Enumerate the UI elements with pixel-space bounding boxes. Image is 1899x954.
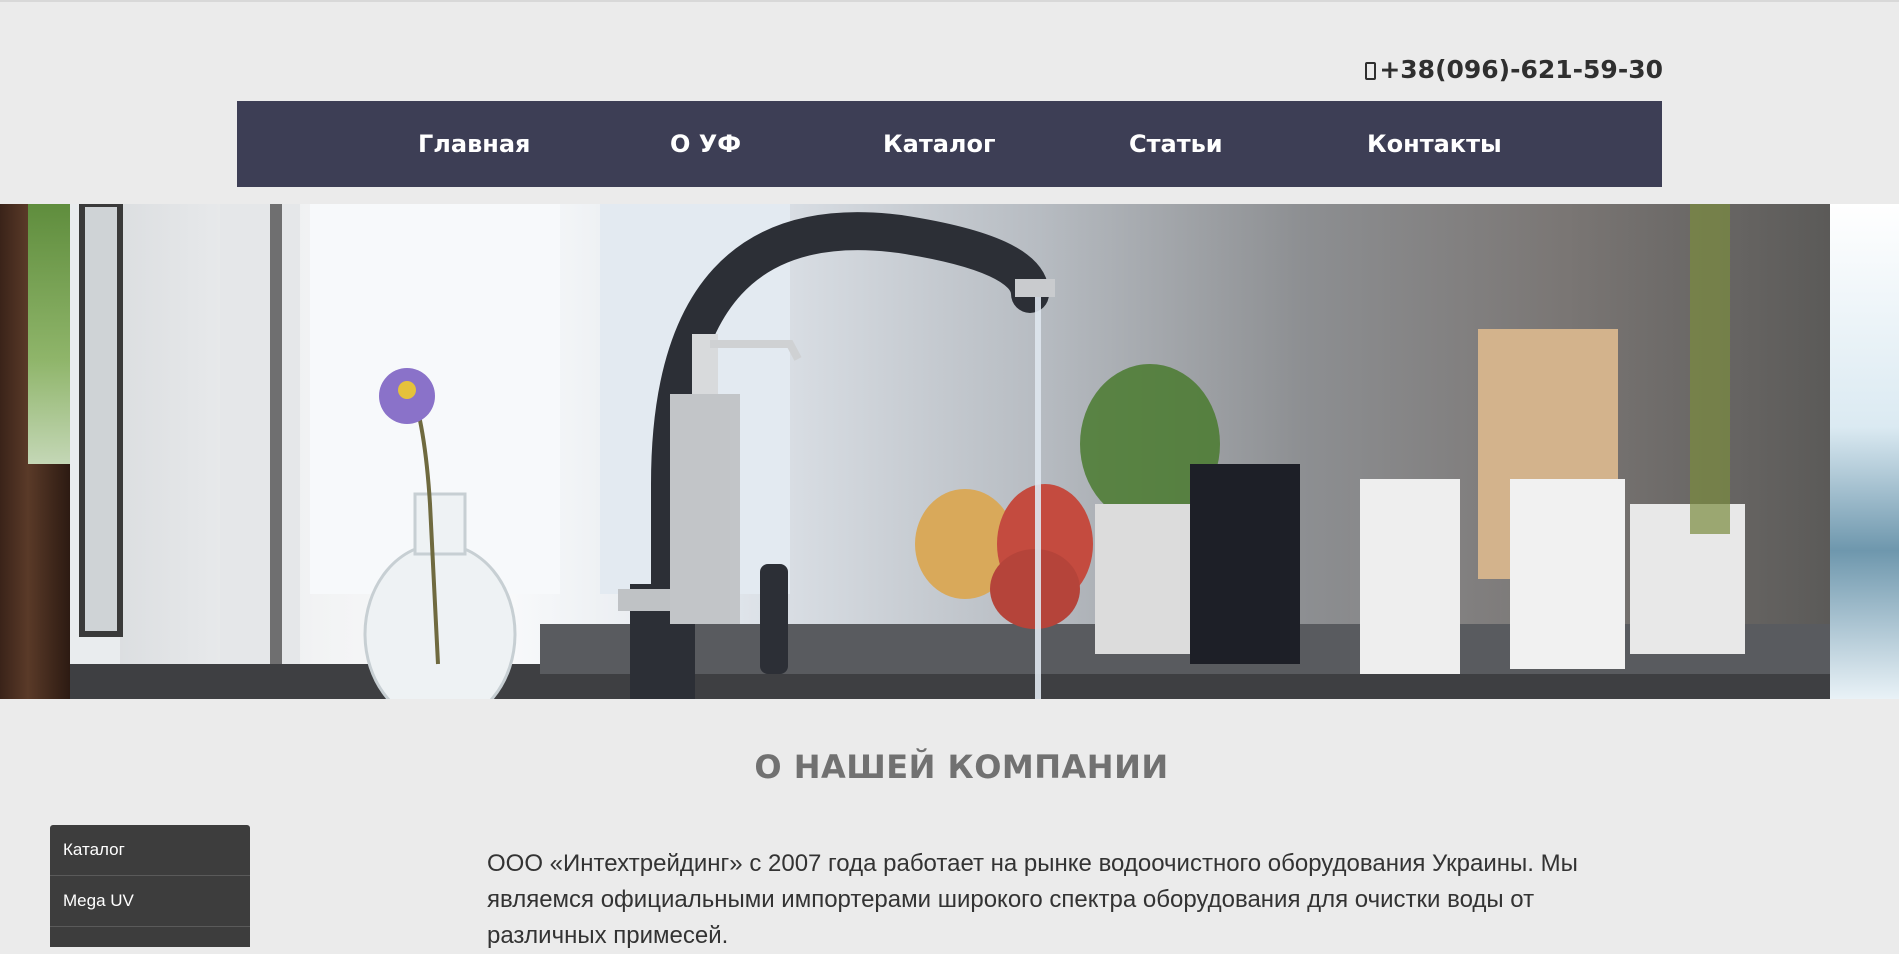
- catalog-sidebar: Каталог Mega UV: [50, 825, 250, 947]
- hero-slider[interactable]: [0, 204, 1899, 699]
- main-nav: Главная О УФ Каталог Статьи Контакты: [237, 101, 1662, 187]
- sidebar-item-mega-uv[interactable]: Mega UV: [50, 876, 250, 927]
- nav-item-articles[interactable]: Статьи: [1129, 101, 1223, 187]
- nav-item-catalog[interactable]: Каталог: [883, 101, 996, 187]
- nav-item-contacts[interactable]: Контакты: [1367, 101, 1502, 187]
- hero-image: [70, 204, 1830, 699]
- top-border: [0, 0, 1899, 2]
- header-phone[interactable]: +38(096)-621-59-30: [1365, 55, 1663, 84]
- section-title: О НАШЕЙ КОМПАНИИ: [754, 748, 1169, 786]
- kitchen-faucet-illustration: [70, 204, 1830, 699]
- nav-item-about-uv[interactable]: О УФ: [670, 101, 741, 187]
- sidebar-item-partial[interactable]: [50, 927, 250, 947]
- phone-number[interactable]: +38(096)-621-59-30: [1379, 55, 1663, 84]
- sidebar-item-catalog[interactable]: Каталог: [50, 825, 250, 876]
- hero-next-slide: [1830, 204, 1899, 699]
- phone-icon: [1365, 61, 1377, 80]
- hero-prev-slide: [0, 204, 70, 699]
- about-paragraph: ООО «Интехтрейдинг» с 2007 года работает…: [487, 850, 1578, 949]
- nav-item-home[interactable]: Главная: [418, 101, 530, 187]
